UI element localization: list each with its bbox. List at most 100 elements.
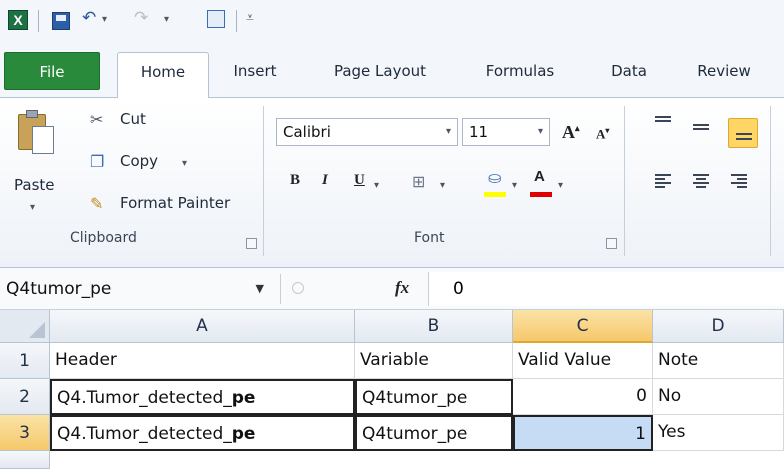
row-header-3[interactable]: 3 — [0, 415, 50, 451]
fill-color-dropdown-icon[interactable]: ▾ — [512, 178, 517, 194]
ribbon-tabs: File Home Insert Page Layout Formulas Da… — [0, 44, 784, 99]
row-header-4[interactable] — [0, 451, 50, 469]
redo-dropdown-icon[interactable]: ▾ — [164, 14, 169, 25]
align-left-icon[interactable] — [652, 170, 674, 192]
column-header-d[interactable]: D — [653, 310, 784, 343]
format-painter-label: Format Painter — [120, 194, 231, 212]
font-size-dropdown-icon[interactable]: ▾ — [538, 119, 543, 145]
group-separator — [263, 106, 264, 256]
cell-b1[interactable]: Variable — [355, 343, 513, 379]
ribbon-home: Paste ▾ ✂ Cut ❐ Copy ▾ ✎ Format Painter … — [0, 98, 784, 268]
grow-font-icon: A — [562, 122, 575, 142]
cell-a3-bold-text: pe — [231, 424, 256, 444]
copy-icon: ❐ — [90, 152, 105, 171]
tab-insert[interactable]: Insert — [225, 52, 285, 98]
cell-c1[interactable]: Valid Value — [513, 343, 653, 379]
qat-separator — [38, 10, 39, 32]
column-header-a[interactable]: A — [50, 310, 355, 343]
qat-separator — [236, 10, 237, 32]
borders-icon[interactable]: ⊞ — [412, 174, 425, 190]
select-all-button[interactable] — [0, 310, 50, 343]
tab-data[interactable]: Data — [604, 52, 654, 98]
tab-review[interactable]: Review — [688, 52, 760, 98]
cell-b3[interactable]: Q4tumor_pe — [355, 415, 513, 451]
align-center-icon[interactable] — [690, 170, 712, 192]
font-color-dropdown-icon[interactable]: ▾ — [558, 178, 563, 194]
align-top-icon[interactable] — [652, 112, 674, 134]
column-header-b[interactable]: B — [355, 310, 513, 343]
font-group-label: Font — [414, 230, 445, 246]
cell-d1[interactable]: Note — [653, 343, 784, 379]
undo-icon[interactable]: ↶ — [82, 8, 96, 28]
clipboard-launcher-icon[interactable] — [246, 238, 257, 249]
cell-a1[interactable]: Header — [50, 343, 355, 379]
cut-label: Cut — [120, 110, 146, 128]
group-separator — [770, 106, 771, 256]
formula-bar-divider — [280, 274, 281, 304]
group-separator — [624, 106, 625, 256]
row-header-1[interactable]: 1 — [0, 343, 50, 379]
grow-font-button[interactable]: A▴ — [562, 122, 580, 143]
font-color-bar — [530, 192, 552, 197]
formula-input[interactable]: 0 — [428, 272, 784, 306]
borders-dropdown-icon[interactable]: ▾ — [440, 178, 445, 194]
cell-a2[interactable]: Q4.Tumor_detected_pe — [50, 379, 355, 415]
bold-button[interactable]: B — [290, 172, 300, 189]
customize-qat-icon[interactable]: ⩡ — [246, 10, 254, 26]
name-box-dropdown-icon[interactable]: ▼ — [256, 272, 264, 306]
paste-label: Paste — [14, 176, 55, 194]
name-box[interactable]: Q4tumor_pe ▼ — [0, 272, 270, 306]
paste-icon — [18, 110, 56, 154]
align-middle-icon[interactable] — [690, 116, 712, 138]
align-bottom-icon[interactable] — [728, 118, 758, 148]
cell-d2[interactable]: No — [653, 379, 784, 415]
copy-dropdown-icon[interactable]: ▾ — [182, 156, 187, 172]
font-name-combo[interactable]: Calibri ▾ — [276, 118, 458, 146]
paste-dropdown-icon[interactable]: ▾ — [30, 200, 35, 216]
cell-a3-text: Q4.Tumor_detected_ — [57, 424, 232, 444]
font-color-button[interactable]: A — [534, 168, 545, 185]
tab-formulas[interactable]: Formulas — [474, 52, 566, 98]
formula-bar: Q4tumor_pe ▼ fx 0 — [0, 268, 784, 310]
cell-a2-text: Q4.Tumor_detected_ — [57, 388, 232, 408]
tab-file[interactable]: File — [4, 52, 100, 90]
shrink-font-button[interactable]: A▾ — [596, 126, 609, 142]
cell-a3[interactable]: Q4.Tumor_detected_pe — [50, 415, 355, 451]
scissors-icon: ✂ — [90, 110, 104, 129]
font-name-dropdown-icon[interactable]: ▾ — [446, 119, 451, 145]
font-launcher-icon[interactable] — [606, 238, 617, 249]
fill-color-icon[interactable]: ⛀ — [488, 170, 501, 186]
cell-d3[interactable]: Yes — [653, 415, 784, 451]
undo-dropdown-icon[interactable]: ▾ — [102, 14, 107, 25]
excel-icon[interactable]: X — [8, 10, 28, 30]
copy-label: Copy — [120, 152, 159, 170]
row-header-2[interactable]: 2 — [0, 379, 50, 415]
font-size-combo[interactable]: 11 ▾ — [462, 118, 550, 146]
font-name-value: Calibri — [283, 123, 331, 141]
cell-b2[interactable]: Q4tumor_pe — [355, 379, 513, 415]
insert-function-icon[interactable]: fx — [395, 278, 409, 298]
cell-c3[interactable]: 1 — [513, 415, 653, 451]
column-header-c[interactable]: C — [513, 310, 653, 343]
align-right-icon[interactable] — [728, 170, 750, 192]
cell-c2[interactable]: 0 — [513, 379, 653, 415]
cell-a2-bold-text: pe — [231, 388, 256, 408]
save-icon[interactable] — [52, 12, 70, 30]
shrink-font-icon: A — [596, 126, 606, 142]
name-box-value: Q4tumor_pe — [6, 279, 112, 299]
quick-access-toolbar: X ↶ ▾ ↷ ▾ ⩡ — [0, 0, 784, 44]
font-size-value: 11 — [469, 123, 489, 141]
underline-dropdown-icon[interactable]: ▾ — [374, 178, 379, 194]
fill-color-bar — [484, 192, 506, 197]
italic-button[interactable]: I — [322, 172, 328, 189]
paintbrush-icon: ✎ — [90, 194, 104, 213]
spreadsheet-grid: A B C D 1 Header Variable Valid Value No… — [0, 310, 784, 469]
font-color-icon: A — [534, 168, 545, 185]
redo-icon[interactable]: ↷ — [134, 8, 148, 28]
form-icon[interactable] — [207, 10, 225, 28]
tab-home[interactable]: Home — [117, 52, 209, 99]
underline-button[interactable]: U — [354, 172, 365, 189]
formula-bar-resize-icon[interactable] — [292, 282, 304, 294]
tab-page-layout[interactable]: Page Layout — [320, 52, 440, 98]
clipboard-group-label: Clipboard — [70, 230, 137, 246]
